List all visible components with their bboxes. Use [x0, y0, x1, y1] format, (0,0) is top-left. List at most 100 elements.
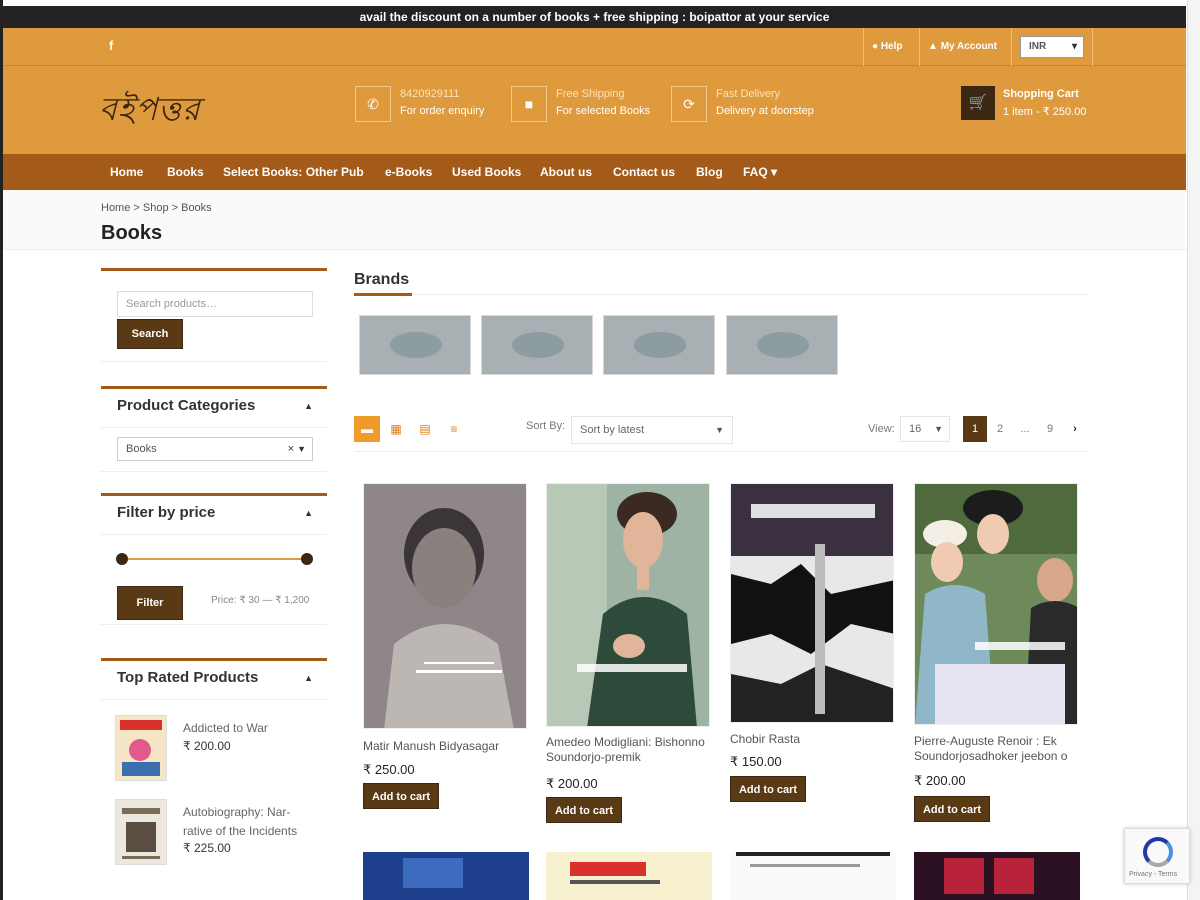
top-rated-name[interactable]: Autobiography: Nar- rative of the Incide…	[183, 803, 313, 841]
brands-title: Brands	[354, 271, 410, 288]
chevron-down-icon: ▾	[1071, 41, 1077, 52]
product-name[interactable]: Matir Manush Bidyasagar	[363, 739, 529, 754]
delivery-feature: ⟳ Fast Delivery Delivery at doorstep	[671, 86, 841, 122]
per-page-select[interactable]: 16 ▼	[900, 416, 950, 442]
caret-up-icon[interactable]: ▲	[304, 508, 313, 518]
page-2[interactable]: 2	[988, 416, 1012, 442]
account-label: My Account	[940, 41, 997, 52]
top-rated-price: ₹ 200.00	[183, 739, 231, 753]
product-image[interactable]	[914, 852, 1080, 900]
caret-up-icon[interactable]: ▲	[304, 401, 313, 411]
nav-ebooks[interactable]: e-Books	[385, 154, 432, 190]
chevron-down-icon: ▼	[715, 425, 724, 435]
product-image[interactable]	[730, 852, 896, 900]
header-topbar: f ● Help ▲ My Account ▾ INR ▾	[3, 28, 1186, 90]
currency-value: INR	[1029, 41, 1047, 52]
product-thumbnail[interactable]	[115, 799, 167, 865]
help-link[interactable]: ● Help	[863, 28, 919, 66]
product-name[interactable]: Pierre-Auguste Renoir : Ek Soundorjosadh…	[914, 734, 1080, 764]
top-rated-title: Top Rated Products	[117, 669, 259, 686]
help-label: Help	[880, 41, 903, 52]
divider	[101, 699, 327, 700]
view-list-large-icon[interactable]: ▬	[354, 416, 380, 442]
currency-container: INR ▾	[1011, 28, 1093, 66]
nav-about[interactable]: About us	[540, 154, 592, 190]
add-to-cart-button[interactable]: Add to cart	[730, 776, 806, 802]
chevron-down-icon: ▼	[297, 444, 306, 454]
page-9[interactable]: 9	[1038, 416, 1062, 442]
product-image[interactable]	[730, 483, 894, 723]
search-button[interactable]: Search	[117, 319, 183, 349]
shipping-title: Free Shipping	[556, 88, 625, 100]
question-icon: ●	[872, 41, 879, 52]
clear-icon[interactable]: ×	[288, 438, 294, 460]
shipping-caption: For selected Books	[556, 105, 651, 117]
top-rated-item[interactable]: Addicted to War ₹ 200.00	[115, 715, 315, 785]
product-price: ₹ 150.00	[730, 754, 782, 769]
price-slider-max-handle[interactable]	[301, 553, 313, 565]
price-slider-min-handle[interactable]	[116, 553, 128, 565]
product-thumbnail[interactable]	[115, 715, 167, 781]
cart-title: Shopping Cart	[1003, 88, 1079, 100]
facebook-icon[interactable]: f	[109, 38, 113, 53]
search-widget: Search products… Search	[101, 268, 327, 362]
view-grid-small-icon[interactable]: ▤	[412, 416, 438, 442]
recaptcha-links[interactable]: Privacy - Terms	[1129, 871, 1177, 878]
brand-logo[interactable]	[726, 315, 838, 375]
nav-faq[interactable]: FAQ ▾	[743, 154, 777, 190]
search-input[interactable]: Search products…	[117, 291, 313, 317]
divider	[101, 534, 327, 535]
brand-logo[interactable]	[359, 315, 471, 375]
brand-logo[interactable]	[481, 315, 593, 375]
price-filter-widget: Filter by price ▲ Filter Price: ₹ 30 — ₹…	[101, 493, 327, 625]
view-list-icon[interactable]: ≡	[441, 416, 467, 442]
sort-label: Sort By:	[526, 420, 566, 432]
nav-books[interactable]: Books	[167, 154, 204, 190]
add-to-cart-button[interactable]: Add to cart	[546, 797, 622, 823]
recaptcha-badge[interactable]: Privacy - Terms	[1124, 828, 1190, 884]
product-name[interactable]: Amedeo Modigliani: Bishonno Soundorjo-pr…	[546, 735, 712, 765]
toolbar-divider	[354, 451, 1088, 452]
cart-summary: 1 item - ₹ 250.00	[1003, 106, 1087, 118]
brands-divider	[354, 293, 1088, 296]
brand-logo[interactable]	[603, 315, 715, 375]
product-image[interactable]	[546, 852, 712, 900]
top-rated-name[interactable]: Addicted to War	[183, 719, 313, 738]
chevron-right-icon[interactable]: ›	[1063, 416, 1087, 442]
site-logo[interactable]: বইপত্তর	[99, 84, 209, 134]
page-title: Books	[101, 222, 163, 244]
view-grid-icon[interactable]: ▦	[383, 416, 409, 442]
nav-blog[interactable]: Blog	[696, 154, 723, 190]
product-price: ₹ 200.00	[546, 776, 598, 791]
product-image[interactable]	[914, 483, 1078, 725]
top-rated-item[interactable]: Autobiography: Nar- rative of the Incide…	[115, 799, 315, 869]
product-image[interactable]	[363, 483, 527, 729]
refresh-icon: ⟳	[671, 86, 707, 122]
truck-icon: ■	[511, 86, 547, 122]
page-1[interactable]: 1	[963, 416, 987, 442]
nav-home[interactable]: Home	[110, 154, 143, 190]
nav-contact[interactable]: Contact us	[613, 154, 675, 190]
breadcrumb[interactable]: Home > Shop > Books	[101, 202, 212, 214]
product-image[interactable]	[546, 483, 710, 727]
price-slider-track[interactable]	[121, 558, 307, 560]
product-name[interactable]: Chobir Rasta	[730, 732, 896, 747]
filter-button[interactable]: Filter	[117, 586, 183, 620]
nav-select-books[interactable]: Select Books: Other Pub	[223, 154, 364, 190]
currency-select[interactable]: INR ▾	[1020, 36, 1084, 58]
shopping-cart[interactable]: 🛒 Shopping Cart 1 item - ₹ 250.00	[961, 86, 1101, 122]
phone-caption: For order enquiry	[400, 105, 485, 117]
product-categories-widget: Product Categories ▲ Books × ▼	[101, 386, 327, 472]
sort-select[interactable]: Sort by latest ▼	[571, 416, 733, 444]
add-to-cart-button[interactable]: Add to cart	[363, 783, 439, 809]
product-price: ₹ 250.00	[363, 762, 415, 777]
add-to-cart-button[interactable]: Add to cart	[914, 796, 990, 822]
chevron-down-icon: ▼	[934, 424, 943, 434]
my-account-dropdown[interactable]: ▲ My Account ▾	[919, 28, 1011, 90]
category-select[interactable]: Books × ▼	[117, 437, 313, 461]
caret-up-icon[interactable]: ▲	[304, 673, 313, 683]
product-image[interactable]	[363, 852, 529, 900]
nav-used-books[interactable]: Used Books	[452, 154, 521, 190]
categories-title: Product Categories	[117, 397, 256, 414]
category-selected: Books	[126, 443, 157, 455]
